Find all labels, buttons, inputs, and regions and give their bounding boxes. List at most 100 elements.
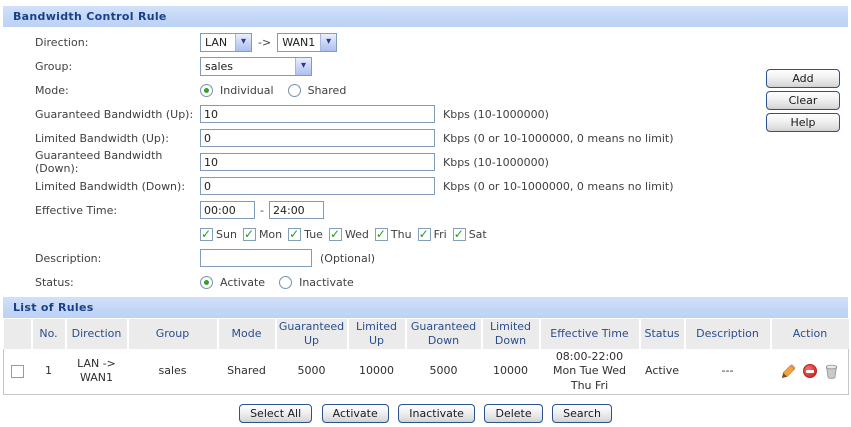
- rule-guaranteed-down: 5000: [406, 349, 482, 394]
- status-activate-radio[interactable]: [200, 276, 213, 289]
- day-thu-checkbox[interactable]: [375, 228, 388, 241]
- effective-time-end-input[interactable]: [269, 201, 324, 219]
- effective-time-label: Effective Time:: [35, 204, 200, 217]
- delete-icon[interactable]: [825, 364, 838, 379]
- header-description: Description: [685, 319, 771, 349]
- day-wed-label: Wed: [345, 228, 369, 241]
- guaranteed-down-row: Guaranteed Bandwidth (Down): Kbps (10-10…: [0, 150, 851, 174]
- rule-row: 1 LAN -> WAN1 sales Shared 5000 10000 50…: [4, 349, 849, 394]
- day-fri-checkbox[interactable]: [418, 228, 431, 241]
- status-activate-label: Activate: [220, 276, 265, 289]
- status-inactivate-label: Inactivate: [299, 276, 354, 289]
- rule-description: ---: [685, 349, 771, 394]
- mode-shared-radio[interactable]: [288, 84, 301, 97]
- inactivate-button[interactable]: Inactivate: [398, 404, 475, 423]
- header-no: No.: [32, 319, 66, 349]
- header-action: Action: [771, 319, 849, 349]
- select-all-button[interactable]: Select All: [239, 404, 312, 423]
- day-sat-label: Sat: [469, 228, 487, 241]
- guaranteed-down-input[interactable]: [200, 153, 435, 171]
- limited-up-input[interactable]: [200, 129, 435, 147]
- row-select-checkbox[interactable]: [11, 365, 24, 378]
- direction-arrow-text: ->: [258, 36, 271, 49]
- limited-down-input[interactable]: [200, 177, 435, 195]
- header-guaranteed-down: Guaranteed Down: [406, 319, 482, 349]
- rule-status: Active: [640, 349, 685, 394]
- rule-direction: LAN -> WAN1: [66, 349, 128, 394]
- rule-actions: [771, 349, 849, 394]
- header-status: Status: [640, 319, 685, 349]
- effective-time-start-input[interactable]: [200, 201, 255, 219]
- description-input[interactable]: [200, 249, 312, 267]
- day-tue-checkbox[interactable]: [288, 228, 301, 241]
- status-row: Status: Activate Inactivate: [0, 270, 851, 294]
- delete-button[interactable]: Delete: [484, 404, 542, 423]
- guaranteed-up-row: Guaranteed Bandwidth (Up): Kbps (10-1000…: [0, 102, 851, 126]
- mode-individual-label: Individual: [220, 84, 274, 97]
- rule-no: 1: [32, 349, 66, 394]
- header-mode: Mode: [218, 319, 276, 349]
- rules-table-header-row: No. Direction Group Mode Guaranteed Up L…: [4, 319, 849, 349]
- limited-down-unit: Kbps (0 or 10-1000000, 0 means no limit): [443, 180, 674, 193]
- header-limited-up: Limited Up: [348, 319, 406, 349]
- header-group: Group: [128, 319, 218, 349]
- day-fri-label: Fri: [434, 228, 447, 241]
- status-inactivate-radio[interactable]: [279, 276, 292, 289]
- add-button[interactable]: Add: [766, 69, 840, 88]
- disable-icon[interactable]: [803, 364, 817, 378]
- day-wed-checkbox[interactable]: [329, 228, 342, 241]
- mode-individual-radio[interactable]: [200, 84, 213, 97]
- rule-mode: Shared: [218, 349, 276, 394]
- rules-table: No. Direction Group Mode Guaranteed Up L…: [3, 319, 849, 395]
- day-mon-checkbox[interactable]: [243, 228, 256, 241]
- form-section-header: Bandwidth Control Rule: [3, 6, 848, 27]
- direction-to-value: WAN1: [278, 36, 319, 49]
- group-select[interactable]: sales: [200, 57, 312, 76]
- chevron-down-icon[interactable]: [295, 58, 311, 75]
- direction-label: Direction:: [35, 36, 200, 49]
- day-sat-checkbox[interactable]: [453, 228, 466, 241]
- mode-shared-label: Shared: [308, 84, 347, 97]
- limited-down-row: Limited Bandwidth (Down): Kbps (0 or 10-…: [0, 174, 851, 198]
- effective-days-row: Sun Mon Tue Wed Thu Fri Sat: [0, 222, 851, 246]
- effective-time-row: Effective Time: -: [0, 198, 851, 222]
- table-footer-buttons: Select All Activate Inactivate Delete Se…: [0, 404, 851, 423]
- clear-button[interactable]: Clear: [766, 91, 840, 110]
- limited-up-label: Limited Bandwidth (Up):: [35, 132, 200, 145]
- limited-down-label: Limited Bandwidth (Down):: [35, 180, 200, 193]
- day-tue-label: Tue: [304, 228, 323, 241]
- header-limited-down: Limited Down: [482, 319, 540, 349]
- direction-from-select[interactable]: LAN: [200, 33, 252, 52]
- search-button[interactable]: Search: [552, 404, 612, 423]
- day-sun-checkbox[interactable]: [200, 228, 213, 241]
- activate-button[interactable]: Activate: [322, 404, 389, 423]
- guaranteed-up-input[interactable]: [200, 105, 435, 123]
- rule-group: sales: [128, 349, 218, 394]
- chevron-down-icon[interactable]: [235, 34, 251, 51]
- bandwidth-rule-form: Direction: LAN -> WAN1 Group: sales Mode…: [0, 27, 851, 297]
- group-value: sales: [201, 60, 237, 73]
- limited-up-unit: Kbps (0 or 10-1000000, 0 means no limit): [443, 132, 674, 145]
- list-section-header: List of Rules: [3, 297, 848, 318]
- bandwidth-control-page: { "page": { "form_title": "Bandwidth Con…: [0, 6, 851, 427]
- form-section-title: Bandwidth Control Rule: [13, 10, 167, 23]
- direction-to-select[interactable]: WAN1: [277, 33, 337, 52]
- guaranteed-down-unit: Kbps (10-1000000): [443, 156, 549, 169]
- description-row: Description: (Optional): [0, 246, 851, 270]
- rule-guaranteed-up: 5000: [276, 349, 348, 394]
- rule-limited-up: 10000: [348, 349, 406, 394]
- rule-effective-time: 08:00-22:00 Mon Tue Wed Thu Fri: [540, 349, 640, 394]
- list-section-title: List of Rules: [13, 301, 94, 314]
- edit-icon[interactable]: [781, 364, 796, 379]
- help-button[interactable]: Help: [766, 113, 840, 132]
- mode-row: Mode: Individual Shared: [0, 78, 851, 102]
- status-label: Status:: [35, 276, 200, 289]
- group-row: Group: sales: [0, 54, 851, 78]
- description-hint: (Optional): [320, 252, 375, 265]
- chevron-down-icon[interactable]: [320, 34, 336, 51]
- header-direction: Direction: [66, 319, 128, 349]
- day-thu-label: Thu: [391, 228, 412, 241]
- group-label: Group:: [35, 60, 200, 73]
- guaranteed-up-label: Guaranteed Bandwidth (Up):: [35, 108, 200, 121]
- direction-row: Direction: LAN -> WAN1: [0, 30, 851, 54]
